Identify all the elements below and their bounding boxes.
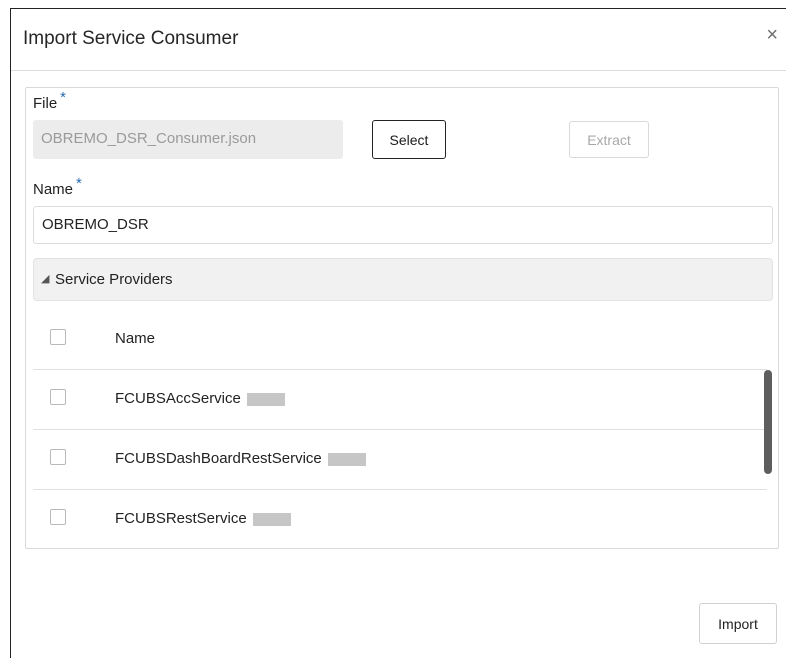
provider-name: FCUBSRestService (115, 510, 247, 527)
form-panel: File * OBREMO_DSR_Consumer.json Select Ex… (25, 87, 779, 549)
table-scrollbar[interactable] (764, 370, 772, 474)
required-marker: * (60, 89, 67, 106)
file-label: File * (33, 89, 66, 112)
provider-name-cell: FCUBSRestService (115, 510, 291, 527)
name-label-text: Name (33, 181, 74, 198)
name-field[interactable]: OBREMO_DSR (33, 206, 773, 244)
provider-name: FCUBSDashBoardRestService (115, 450, 322, 467)
close-icon[interactable]: × (766, 25, 778, 45)
provider-name-cell: FCUBSDashBoardRestService (115, 450, 366, 467)
file-label-text: File (33, 95, 58, 112)
row-checkbox[interactable] (50, 389, 66, 405)
service-providers-table: Name FCUBSAccService FCUBSDashBoardRestS… (33, 310, 767, 549)
column-header-name: Name (115, 330, 156, 347)
table-row[interactable]: FCUBSRestService (33, 490, 767, 549)
redacted-tag (252, 512, 291, 526)
section-title: Service Providers (55, 271, 173, 288)
import-button[interactable]: Import (699, 603, 777, 644)
provider-name: FCUBSAccService (115, 390, 241, 407)
provider-name-cell: FCUBSAccService (115, 390, 285, 407)
row-checkbox[interactable] (50, 509, 66, 525)
redacted-tag (246, 392, 285, 406)
dialog-title: Import Service Consumer (23, 28, 239, 49)
name-label: Name * (33, 175, 82, 198)
service-providers-section-header[interactable]: ◢ Service Providers (33, 258, 773, 301)
import-service-consumer-dialog: Import Service Consumer × File * OBREMO_D… (10, 8, 786, 658)
extract-button[interactable]: Extract (569, 121, 649, 158)
table-row[interactable]: FCUBSAccService (33, 370, 767, 430)
dialog-header: Import Service Consumer × (11, 9, 786, 71)
table-header-row: Name (33, 310, 767, 370)
table-row[interactable]: FCUBSDashBoardRestService (33, 430, 767, 490)
collapse-triangle-icon[interactable]: ◢ (41, 272, 49, 285)
select-all-checkbox[interactable] (50, 329, 66, 345)
row-checkbox[interactable] (50, 449, 66, 465)
required-marker: * (76, 175, 82, 192)
select-button[interactable]: Select (372, 120, 446, 159)
file-field[interactable]: OBREMO_DSR_Consumer.json (33, 120, 343, 159)
redacted-tag (327, 452, 366, 466)
